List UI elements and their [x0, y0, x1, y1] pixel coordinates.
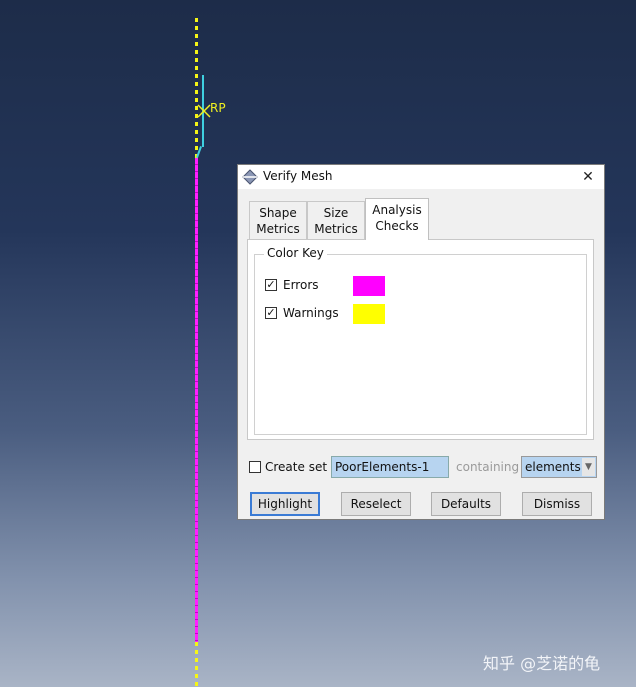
analysis-checks-panel: Color Key ✓ Errors ✓ Warnings — [247, 239, 594, 440]
chevron-down-icon[interactable]: ▼ — [582, 458, 595, 476]
set-name-input[interactable]: PoorElements-1 — [331, 456, 449, 478]
tab-label-line1: Shape — [259, 206, 297, 220]
color-key-group: Color Key ✓ Errors ✓ Warnings — [254, 246, 587, 435]
reselect-button[interactable]: Reselect — [341, 492, 411, 516]
dismiss-button[interactable]: Dismiss — [522, 492, 592, 516]
verify-mesh-icon — [242, 169, 258, 185]
errors-checkbox[interactable]: ✓ — [265, 279, 277, 291]
color-key-title: Color Key — [264, 246, 327, 260]
errors-color-swatch[interactable] — [353, 276, 385, 296]
warnings-checkbox[interactable]: ✓ — [265, 307, 277, 319]
create-set-label: Create set — [265, 460, 328, 474]
verify-mesh-dialog: Verify Mesh ✕ Shape Metrics Size Metrics… — [237, 164, 605, 520]
free-edge-line-bottom — [195, 642, 198, 687]
watermark: 知乎 @芝诺的龟 — [483, 654, 601, 673]
containing-label: containing — [456, 460, 520, 474]
tab-label-line2: Checks — [375, 219, 419, 233]
tab-label-line1: Size — [323, 206, 349, 220]
dialog-title: Verify Mesh — [263, 169, 333, 183]
dialog-titlebar[interactable]: Verify Mesh ✕ — [238, 165, 604, 189]
tab-analysis-checks[interactable]: Analysis Checks — [365, 198, 429, 240]
rp-label: RP — [210, 101, 226, 115]
close-button[interactable]: ✕ — [578, 167, 598, 187]
highlight-button[interactable]: Highlight — [250, 492, 320, 516]
tab-size-metrics[interactable]: Size Metrics — [307, 201, 365, 239]
create-set-checkbox[interactable] — [249, 461, 261, 473]
containing-select[interactable]: elements ▼ — [521, 456, 597, 478]
warnings-label: Warnings — [283, 306, 339, 320]
containing-select-value: elements — [525, 460, 581, 474]
create-set-row: Create set PoorElements-1 containing ele… — [249, 456, 599, 480]
tab-shape-metrics[interactable]: Shape Metrics — [249, 201, 307, 239]
defaults-button[interactable]: Defaults — [431, 492, 501, 516]
tab-label-line1: Analysis — [372, 203, 422, 217]
tab-label-line2: Metrics — [314, 222, 358, 236]
error-elements-line — [195, 158, 198, 642]
reference-point-icon — [197, 104, 211, 118]
tab-label-line2: Metrics — [256, 222, 300, 236]
errors-label: Errors — [283, 278, 319, 292]
free-edge-line-top — [195, 18, 198, 158]
warnings-color-swatch[interactable] — [353, 304, 385, 324]
